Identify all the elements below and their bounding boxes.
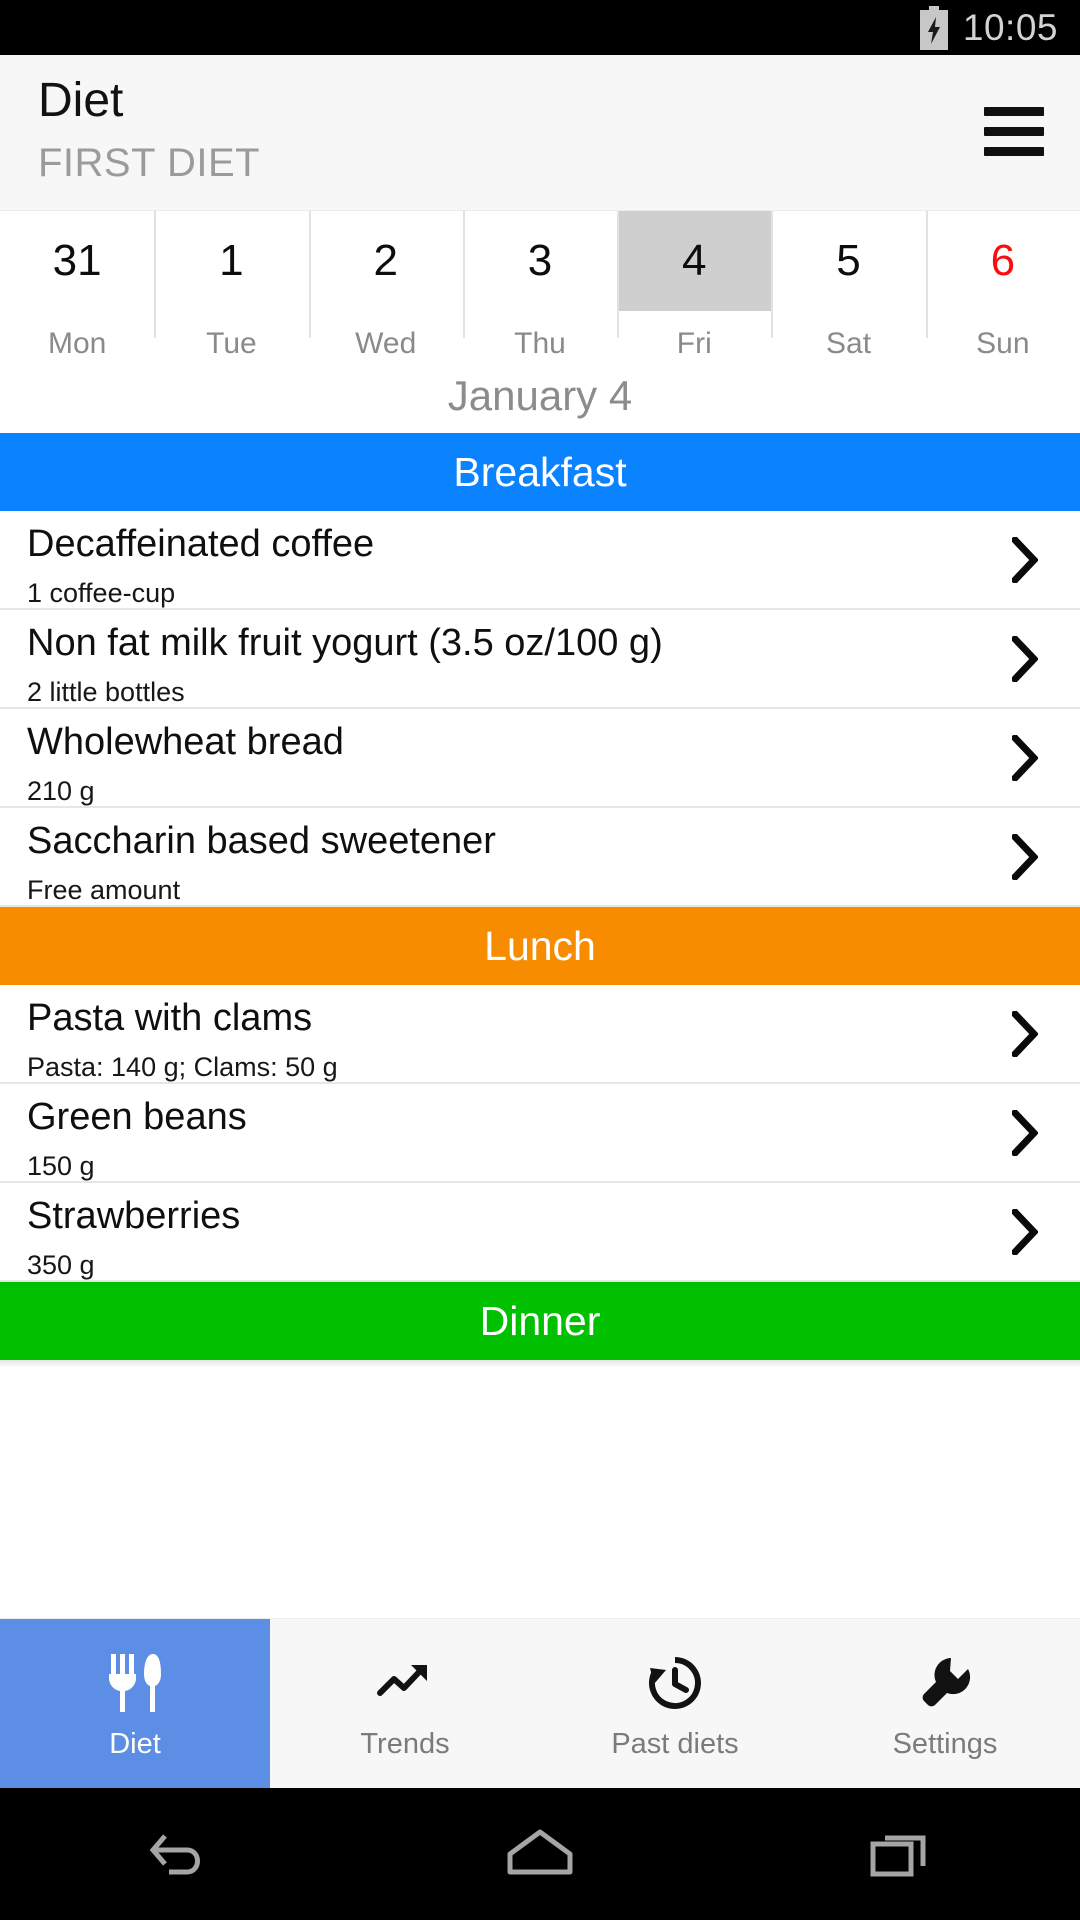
bottom-tab-bar[interactable]: Diet Trends Past diets Settings — [0, 1618, 1080, 1788]
food-quantity: Free amount — [27, 874, 181, 905]
day-name: Wed — [355, 327, 417, 360]
current-date-label: January 4 — [0, 359, 1080, 433]
status-time: 10:05 — [962, 7, 1058, 48]
food-row[interactable]: Wholewheat bread 210 g — [0, 709, 1080, 808]
meal-list[interactable]: Breakfast Decaffeinated coffee 1 coffee-cu… — [0, 433, 1080, 1618]
day-number: 3 — [527, 236, 553, 285]
menu-bar-1 — [984, 106, 1044, 116]
day-name: Fri — [676, 327, 712, 360]
back-arrow-icon[interactable] — [105, 1804, 255, 1904]
chevron-right-icon — [1012, 833, 1038, 880]
day-cell-fri[interactable]: 4 Fri — [617, 211, 772, 360]
food-quantity: 1 coffee-cup — [27, 577, 176, 608]
food-name: Non fat milk fruit yogurt (3.5 oz/100 g) — [27, 622, 663, 664]
diet-name-subtitle: FIRST DIET — [38, 141, 261, 185]
app-header: Diet FIRST DIET — [0, 55, 1080, 211]
day-number-container: 6 — [926, 211, 1080, 311]
chevron-right-icon — [1012, 1010, 1038, 1057]
week-day-selector[interactable]: 31 Mon 1 Tue 2 Wed 3 Thu 4 Fri 5 Sat 6 Sun — [0, 211, 1080, 359]
tab-trends[interactable]: Trends — [270, 1619, 540, 1788]
meal-header-label: Breakfast — [453, 448, 627, 495]
meal-header-label: Lunch — [484, 922, 596, 969]
food-quantity: 150 g — [27, 1150, 95, 1181]
day-number: 31 — [52, 236, 102, 285]
day-number: 4 — [682, 236, 707, 285]
day-number-container: 1 — [154, 211, 308, 311]
tab-diet[interactable]: Diet — [0, 1619, 270, 1788]
day-name: Sun — [976, 327, 1030, 360]
chevron-right-icon — [1012, 635, 1038, 682]
page-title: Diet — [38, 74, 124, 127]
day-cell-tue[interactable]: 1 Tue — [154, 211, 308, 359]
day-number: 1 — [219, 236, 244, 285]
day-name: Sat — [826, 327, 872, 360]
status-bar: 10:05 — [0, 0, 1080, 55]
tab-label: Trends — [360, 1728, 450, 1760]
food-name: Saccharin based sweetener — [27, 820, 496, 862]
food-quantity: Pasta: 140 g; Clams: 50 g — [27, 1051, 338, 1082]
fork-knife-icon — [107, 1652, 163, 1714]
chevron-right-icon — [1012, 1109, 1038, 1156]
food-name: Wholewheat bread — [27, 721, 344, 763]
day-cell-sat[interactable]: 5 Sat — [771, 211, 925, 359]
day-number-container: 5 — [771, 211, 925, 311]
day-cell-thu[interactable]: 3 Thu — [462, 211, 617, 360]
tab-label: Settings — [892, 1728, 998, 1760]
food-row[interactable]: Decaffeinated coffee 1 coffee-cup — [0, 511, 1080, 610]
meal-header-dinner[interactable]: Dinner — [0, 1282, 1080, 1368]
hamburger-menu-icon[interactable] — [978, 103, 1050, 159]
day-name: Tue — [206, 327, 257, 360]
tab-settings[interactable]: Settings — [810, 1619, 1080, 1788]
day-cell-mon[interactable]: 31 Mon — [0, 211, 154, 359]
recents-icon[interactable] — [825, 1804, 975, 1904]
food-name: Green beans — [27, 1096, 247, 1138]
chevron-right-icon — [1012, 1208, 1038, 1255]
food-row[interactable]: Non fat milk fruit yogurt (3.5 oz/100 g)… — [0, 610, 1080, 709]
home-icon[interactable] — [465, 1804, 615, 1904]
day-number-container: 4 — [617, 211, 772, 311]
food-quantity: 210 g — [27, 775, 95, 806]
day-name: Mon — [47, 327, 107, 360]
trending-up-icon — [377, 1652, 433, 1714]
battery-charging-icon — [919, 5, 948, 50]
tab-past-diets[interactable]: Past diets — [540, 1619, 810, 1788]
day-cell-wed[interactable]: 2 Wed — [308, 211, 463, 360]
day-number: 6 — [990, 236, 1016, 285]
day-number-container: 3 — [463, 211, 617, 311]
day-number-container: 2 — [309, 211, 463, 311]
chevron-right-icon — [1012, 734, 1038, 781]
menu-bar-2 — [984, 126, 1044, 136]
food-row[interactable]: Strawberries 350 g — [0, 1183, 1080, 1282]
android-nav-bar[interactable] — [0, 1788, 1080, 1920]
food-name: Strawberries — [27, 1195, 241, 1237]
day-number: 2 — [373, 236, 398, 285]
current-date-text: January 4 — [447, 372, 633, 419]
day-name: Thu — [514, 327, 566, 360]
meal-header-lunch[interactable]: Lunch — [0, 907, 1080, 993]
food-row[interactable]: Pasta with clams Pasta: 140 g; Clams: 50 … — [0, 985, 1080, 1084]
meal-header-breakfast[interactable]: Breakfast — [0, 433, 1080, 519]
food-name: Pasta with clams — [27, 997, 313, 1039]
food-row[interactable]: Saccharin based sweetener Free amount — [0, 808, 1080, 907]
food-row[interactable]: Green beans 150 g — [0, 1084, 1080, 1183]
app-screen: 10:05 Diet FIRST DIET 31 Mon 1 Tue 2 Wed 3 Thu 4… — [0, 0, 1080, 1920]
tab-label: Diet — [109, 1728, 161, 1760]
wrench-icon — [918, 1652, 972, 1714]
day-number: 5 — [836, 236, 861, 285]
menu-bar-3 — [984, 146, 1044, 156]
food-name: Decaffeinated coffee — [27, 523, 375, 565]
history-clock-icon — [646, 1652, 704, 1714]
food-quantity: 2 little bottles — [27, 676, 185, 707]
tab-label: Past diets — [611, 1728, 739, 1760]
meal-header-label: Dinner — [479, 1297, 601, 1344]
day-cell-sun[interactable]: 6 Sun — [925, 211, 1080, 360]
day-number-container: 31 — [0, 211, 154, 311]
chevron-right-icon — [1012, 536, 1038, 583]
food-quantity: 350 g — [27, 1249, 95, 1280]
